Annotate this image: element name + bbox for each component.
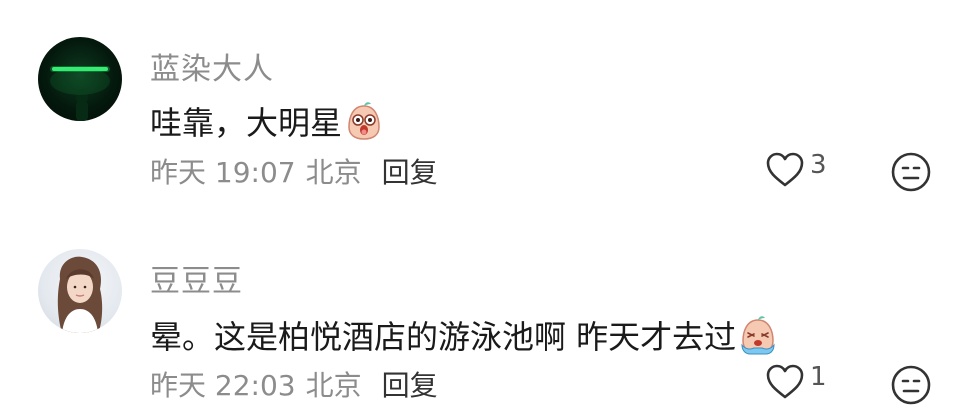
comment-text: 晕。这是柏悦酒店的游泳池啊 昨天才去过 (150, 312, 778, 358)
like-button[interactable]: 1 (764, 362, 827, 402)
emoji-face-icon[interactable] (890, 151, 932, 193)
surprised-face-emoji (344, 101, 384, 141)
username[interactable]: 蓝染大人 (150, 44, 274, 88)
timestamp: 昨天 22:03 (150, 369, 296, 402)
green-neon-silhouette-avatar (50, 66, 110, 121)
avatar[interactable] (38, 249, 122, 333)
comment-meta: 昨天 19:07 北京 回复 (150, 151, 438, 191)
reply-button[interactable]: 回复 (382, 364, 438, 404)
comment-meta: 昨天 22:03 北京 回复 (150, 364, 438, 404)
avatar[interactable] (38, 37, 122, 121)
reply-button[interactable]: 回复 (382, 151, 438, 191)
comment-item: 蓝染大人 哇靠，大明星 昨天 19:07 北京 回复 3 (0, 0, 960, 215)
location: 北京 (305, 369, 362, 402)
timestamp: 昨天 19:07 (150, 156, 296, 189)
comment-item: 豆豆豆 晕。这是柏悦酒店的游泳池啊 昨天才去过 昨天 22:03 北京 回复 1 (0, 215, 960, 410)
emoji-face-icon[interactable] (890, 364, 932, 406)
comment-text-body: 晕。这是柏悦酒店的游泳池啊 昨天才去过 (150, 318, 737, 356)
girl-portrait-avatar (57, 256, 103, 333)
heart-outline-icon (766, 364, 804, 399)
comment-text-body: 哇靠，大明星 (150, 104, 343, 142)
comment-text: 哇靠，大明星 (150, 98, 384, 144)
like-count: 3 (810, 150, 827, 180)
location: 北京 (305, 156, 362, 189)
like-button[interactable]: 3 (764, 150, 827, 190)
heart-outline-icon (766, 152, 804, 187)
crying-face-emoji (738, 315, 778, 355)
like-count: 1 (810, 362, 827, 392)
username[interactable]: 豆豆豆 (150, 256, 243, 300)
